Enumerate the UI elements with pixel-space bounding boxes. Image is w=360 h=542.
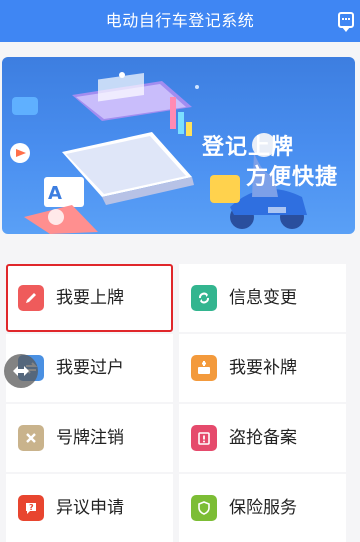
menu-item-objection[interactable]: ? 异议申请 [6,474,173,542]
menu-item-label: 我要上牌 [56,288,124,308]
menu-item-plate-cancel[interactable]: 号牌注销 [6,404,173,472]
plate-add-icon [191,355,217,381]
banner-slogan-line2: 方便快捷 [246,165,339,190]
chat-icon[interactable] [338,12,354,32]
app-header: 电动自行车登记系统 [0,0,360,42]
menu-item-label: 保险服务 [229,498,297,518]
shield-icon [191,495,217,521]
promo-banner[interactable]: A 登记上牌 方便快捷 [2,57,355,234]
banner-illustration: A [10,72,307,234]
menu-item-label: 异议申请 [56,498,124,518]
menu-item-register-plate[interactable]: 我要上牌 [6,264,173,332]
menu-item-label: 信息变更 [229,288,297,308]
svg-text:A: A [48,183,62,204]
banner-slogan-line1: 登记上牌 [202,135,295,160]
menu-item-replace-plate[interactable]: 我要补牌 [179,334,346,402]
menu-item-theft-report[interactable]: 盗抢备案 [179,404,346,472]
menu-item-label: 盗抢备案 [229,428,297,448]
menu-item-label: 我要过户 [56,358,124,378]
page-title: 电动自行车登记系统 [105,11,255,30]
svg-text:?: ? [29,503,34,512]
menu-item-label: 号牌注销 [56,428,124,448]
pen-icon [18,285,44,311]
menu-item-insurance[interactable]: 保险服务 [179,474,346,542]
objection-icon: ? [18,495,44,521]
drag-handle-icon[interactable] [4,354,38,388]
refresh-icon [191,285,217,311]
clipboard-alert-icon [191,425,217,451]
menu-item-label: 我要补牌 [229,358,297,378]
close-icon [18,425,44,451]
menu-item-info-change[interactable]: 信息变更 [179,264,346,332]
